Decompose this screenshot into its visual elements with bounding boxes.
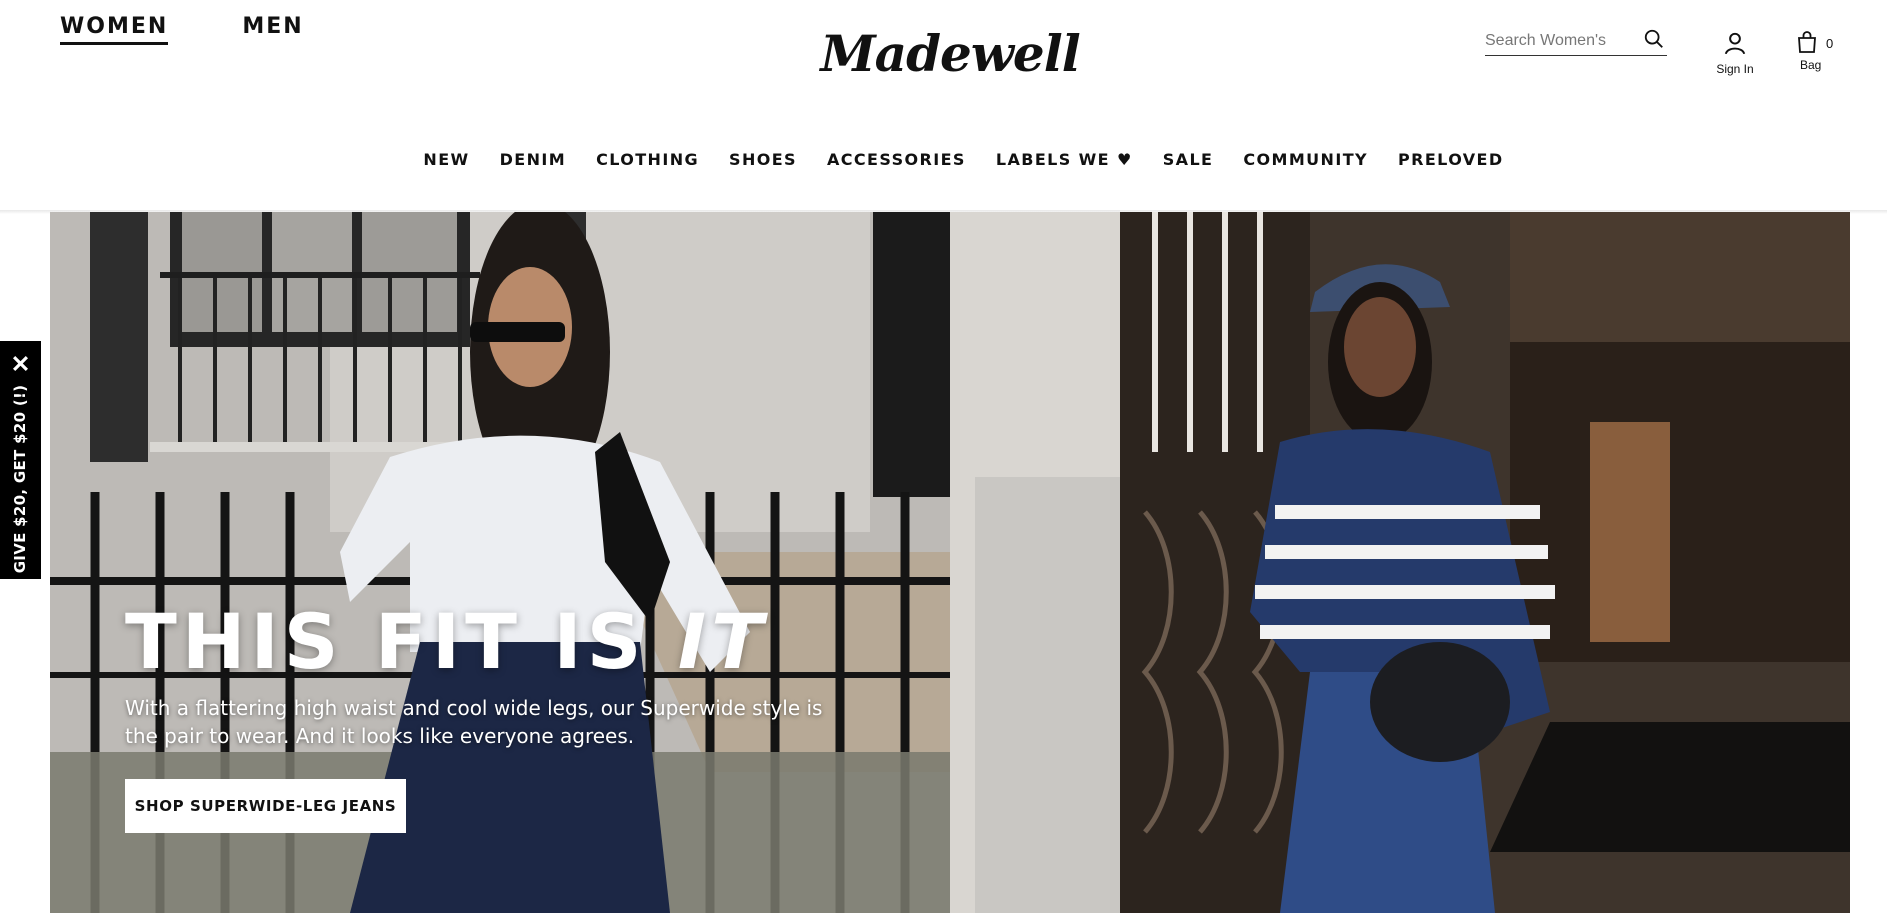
nav-denim[interactable]: DENIM (500, 150, 566, 169)
hero-banner[interactable]: THIS FIT IS IT With a flattering high wa… (50, 212, 1850, 913)
shop-superwide-leg-jeans-button[interactable]: SHOP SUPERWIDE-LEG JEANS (125, 779, 406, 833)
nav-labels-we-love[interactable]: LABELS WE ♥ (996, 150, 1133, 169)
bag-icon (1798, 31, 1816, 53)
search-box (1485, 26, 1667, 56)
search-input[interactable] (1485, 31, 1635, 50)
nav-accessories[interactable]: ACCESSORIES (827, 150, 966, 169)
close-icon[interactable] (12, 355, 29, 372)
bag-label: Bag (1800, 58, 1822, 72)
nav-shoes[interactable]: SHOES (729, 150, 797, 169)
page: WOMEN MEN Madewell Sign In 0 Bag (0, 0, 1887, 913)
promo-text: GIVE $20, GET $20 (!) (11, 384, 29, 574)
site-header: WOMEN MEN Madewell Sign In 0 Bag (0, 0, 1887, 214)
hero-title-emphasis: IT (677, 597, 769, 686)
nav-clothing[interactable]: CLOTHING (596, 150, 699, 169)
nav-new[interactable]: NEW (423, 150, 469, 169)
tab-men[interactable]: MEN (242, 14, 303, 45)
gender-tabs: WOMEN MEN (60, 14, 304, 45)
referral-promo-tab[interactable]: GIVE $20, GET $20 (!) (0, 341, 41, 579)
hero-image-right[interactable] (950, 212, 1850, 913)
hero-title: THIS FIT IS IT (125, 604, 885, 680)
sign-in-label: Sign In (1716, 62, 1754, 76)
bag-count: 0 (1826, 36, 1834, 51)
bag-button[interactable]: 0 Bag (1796, 30, 1840, 72)
madewell-logo[interactable]: Madewell (820, 18, 1080, 88)
nav-preloved[interactable]: PRELOVED (1398, 150, 1504, 169)
search-icon[interactable] (1643, 28, 1665, 50)
hero-description: With a flattering high waist and cool wi… (125, 696, 823, 748)
nav-sale[interactable]: SALE (1163, 150, 1214, 169)
hero-copy: THIS FIT IS IT With a flattering high wa… (125, 604, 885, 750)
tab-women[interactable]: WOMEN (60, 14, 169, 45)
hero-title-main: THIS FIT IS (125, 597, 678, 686)
main-nav: NEW DENIM CLOTHING SHOES ACCESSORIES LAB… (0, 150, 1887, 169)
sign-in-button[interactable]: Sign In (1712, 30, 1758, 76)
user-icon (1724, 32, 1746, 55)
hero-photo-right (950, 212, 1850, 913)
nav-community[interactable]: COMMUNITY (1243, 150, 1368, 169)
